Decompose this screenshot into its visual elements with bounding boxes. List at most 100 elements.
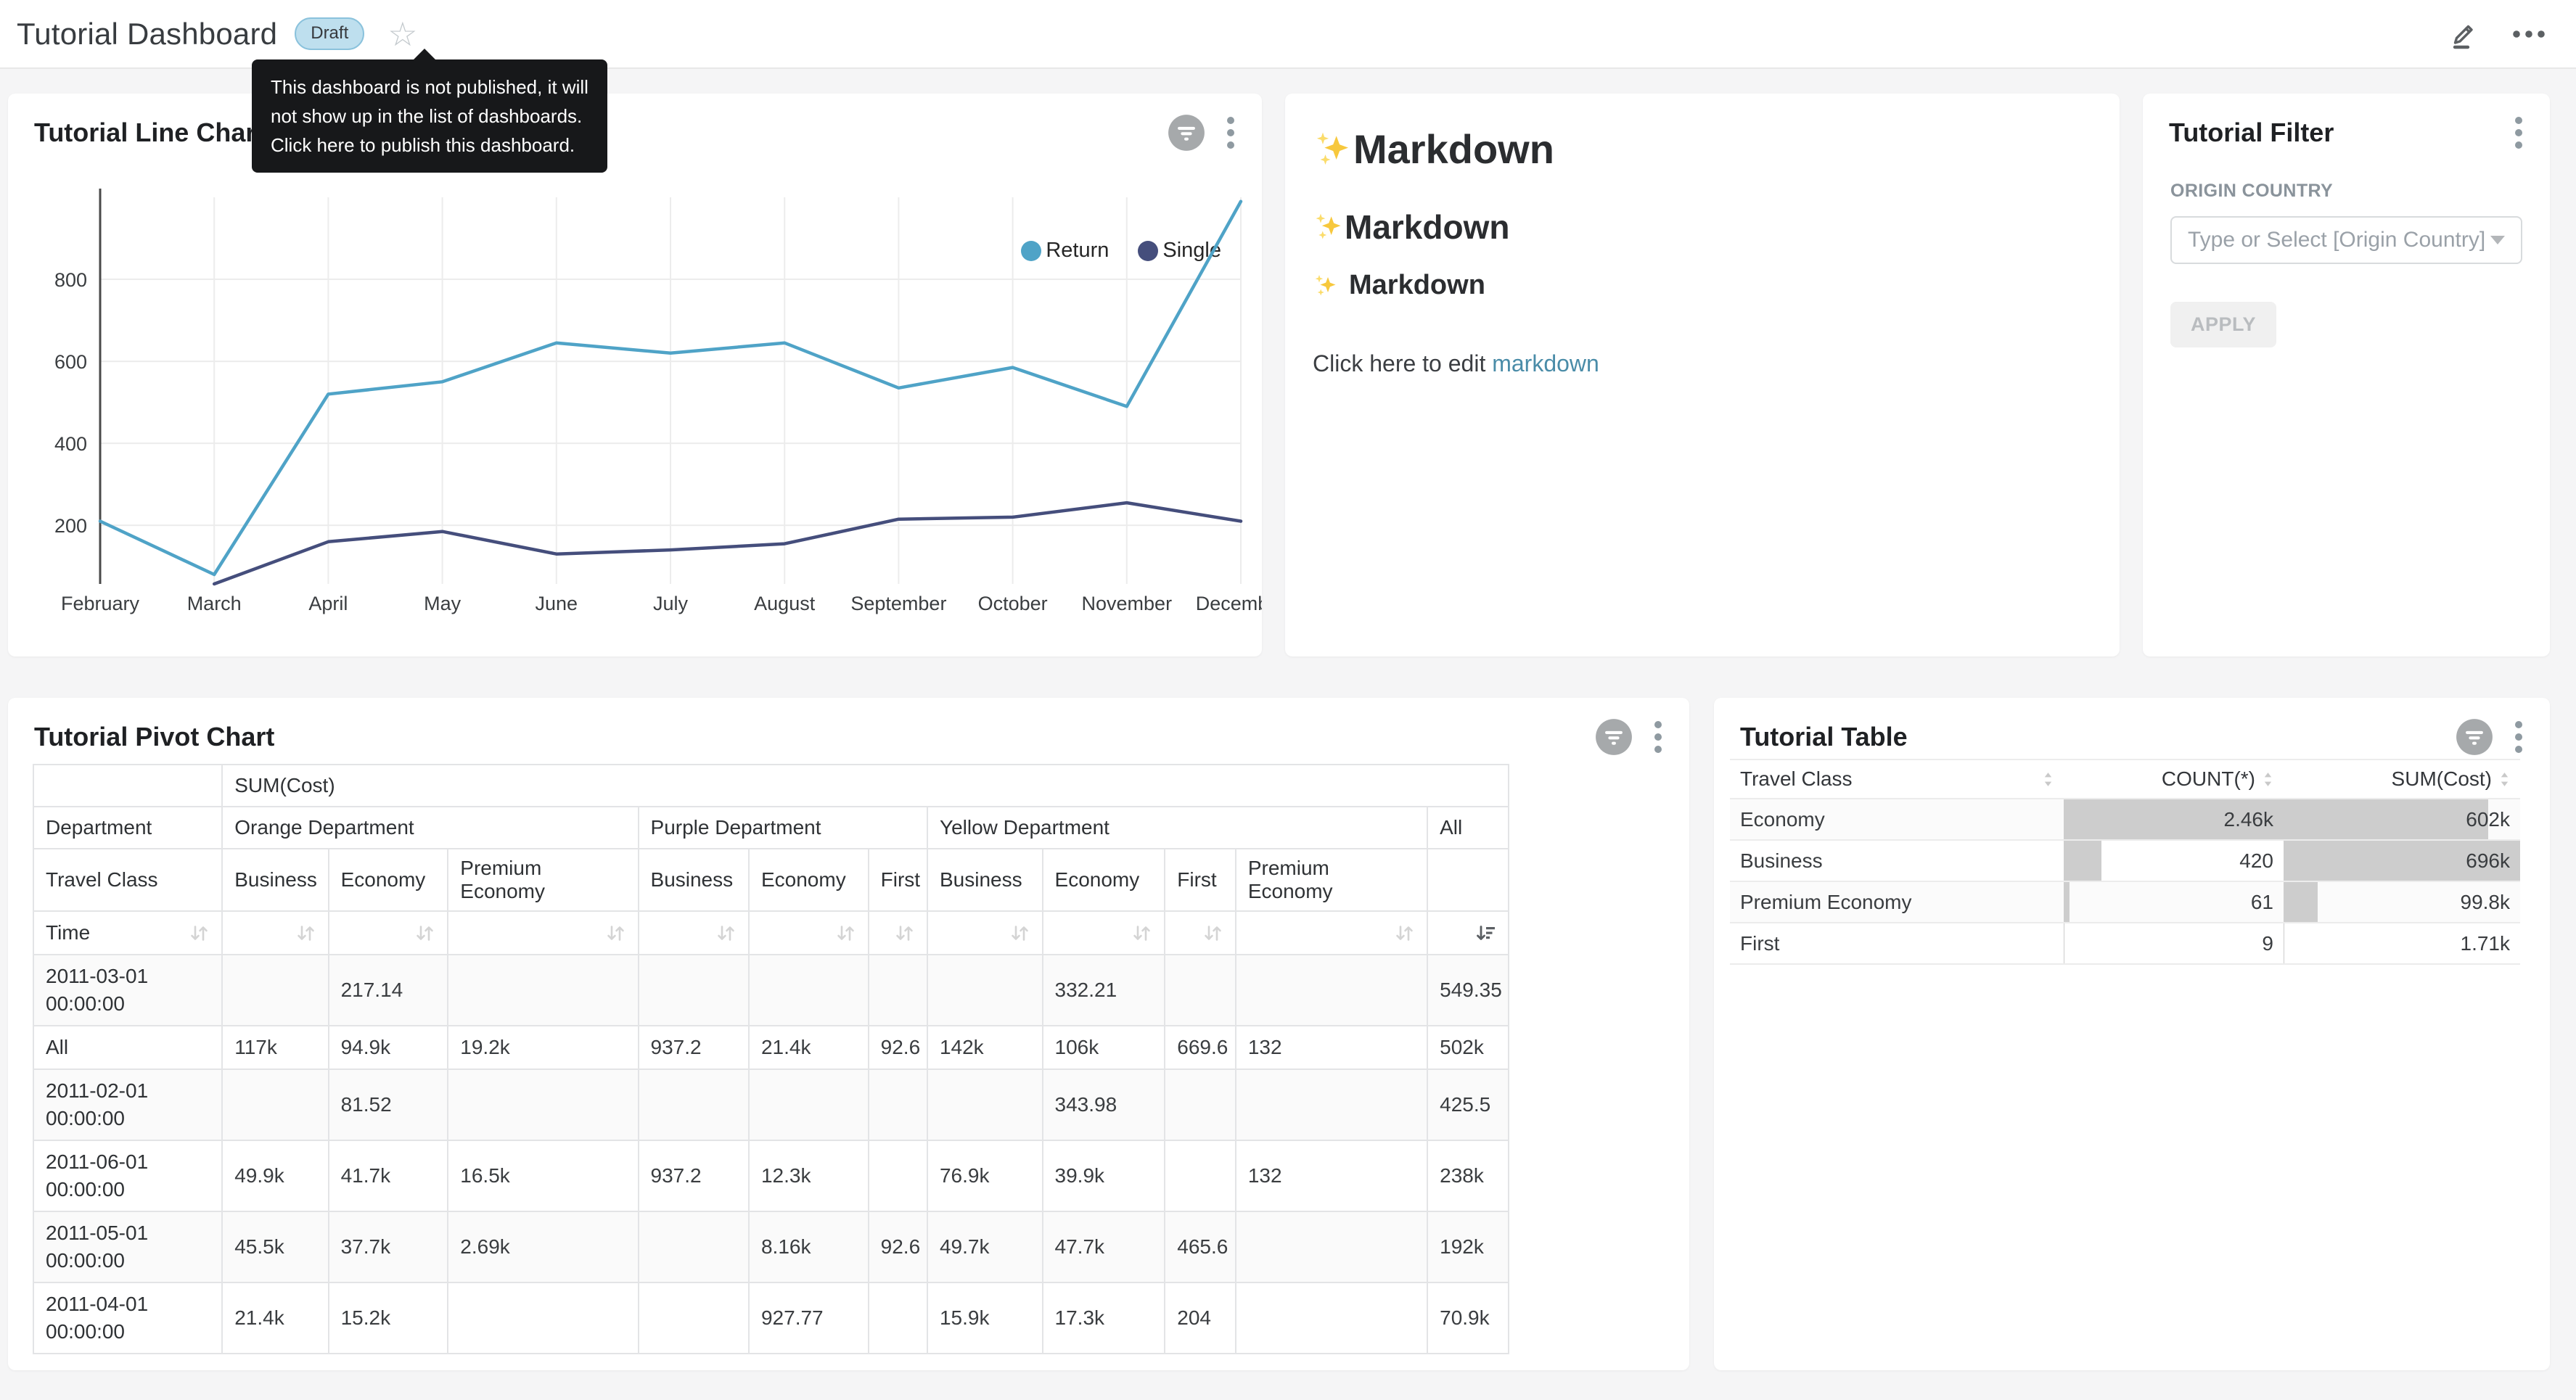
pivot-row-label: 2011-02-01 00:00:00 — [33, 1069, 222, 1140]
pivot-metric-row: SUM(Cost) — [33, 765, 1509, 807]
pivot-row: 2011-04-01 00:00:0021.4k15.2k927.7715.9k… — [33, 1282, 1509, 1354]
origin-country-label: ORIGIN COUNTRY — [2170, 181, 2522, 202]
pivot-row: 2011-03-01 00:00:00217.14332.21549.35 — [33, 955, 1509, 1026]
line-chart[interactable]: 200400600800FebruaryMarchAprilMayJuneJul… — [8, 181, 1262, 630]
sort-toggle-icon[interactable] — [414, 923, 435, 943]
more-menu-icon[interactable] — [2511, 28, 2547, 40]
applied-filters-icon[interactable] — [1595, 718, 1633, 756]
pivot-cell: 2.69k — [448, 1211, 638, 1282]
kebab-menu-icon[interactable] — [2514, 718, 2524, 756]
tooltip-line: not show up in the list of dashboards. — [271, 102, 588, 131]
pivot-cell — [639, 1069, 749, 1140]
pivot-class-header — [1427, 849, 1509, 911]
sort-toggle-icon[interactable] — [295, 923, 316, 943]
sort-carets-icon[interactable] — [2263, 771, 2273, 788]
pivot-cell: 19.2k — [448, 1026, 638, 1069]
table-row: Economy2.46k602k — [1730, 799, 2520, 840]
pivot-cell: 94.9k — [329, 1026, 448, 1069]
apply-button[interactable]: APPLY — [2170, 302, 2276, 347]
tutorial-table: Travel ClassCOUNT(*)SUM(Cost)Economy2.46… — [1730, 759, 2520, 965]
markdown-heading-2: Markdown — [1313, 207, 2092, 247]
svg-text:December: December — [1196, 593, 1262, 614]
pivot-row-label: 2011-06-01 00:00:00 — [33, 1140, 222, 1211]
pivot-row: All117k94.9k19.2k937.221.4k92.6142k106k6… — [33, 1026, 1509, 1069]
sort-toggle-icon[interactable] — [1131, 923, 1152, 943]
sort-toggle-icon[interactable] — [715, 923, 737, 943]
pivot-cell — [869, 1069, 927, 1140]
pivot-cell: 132 — [1236, 1026, 1427, 1069]
pivot-cell: 117k — [222, 1026, 328, 1069]
origin-country-select[interactable]: Type or Select [Origin Country] — [2170, 216, 2522, 264]
svg-text:August: August — [754, 593, 816, 614]
sort-toggle-icon[interactable] — [604, 923, 626, 943]
travel-class-cell: First — [1730, 923, 2064, 964]
edit-dashboard-icon[interactable] — [2444, 17, 2479, 52]
sort-toggle-icon[interactable] — [834, 923, 856, 943]
kebab-menu-icon[interactable] — [2514, 114, 2524, 152]
favorite-star-icon[interactable]: ☆ — [387, 17, 417, 51]
col-header-travel-class[interactable]: Travel Class — [1730, 759, 2064, 799]
pivot-cell — [869, 955, 927, 1026]
pivot-cell: 41.7k — [329, 1140, 448, 1211]
edit-markdown-link[interactable]: markdown — [1492, 350, 1599, 376]
sort-toggle-icon[interactable] — [893, 923, 915, 943]
pivot-sort-cell — [222, 911, 328, 955]
pivot-row-label: 2011-05-01 00:00:00 — [33, 1211, 222, 1282]
pivot-cell: 238k — [1427, 1140, 1509, 1211]
applied-filters-icon[interactable] — [2456, 718, 2493, 756]
pivot-cell: 16.5k — [448, 1140, 638, 1211]
sort-toggle-icon[interactable] — [1202, 923, 1223, 943]
sort-descending-active-icon[interactable] — [1474, 923, 1496, 943]
pivot-department-header: Orange Department — [222, 807, 638, 849]
count-cell: 2.46k — [2064, 799, 2284, 840]
pivot-class-label: Travel Class — [33, 849, 222, 911]
pivot-row-label: All — [33, 1026, 222, 1069]
sort-toggle-icon[interactable] — [1009, 923, 1030, 943]
table-row: First91.71k — [1730, 923, 2520, 964]
sort-toggle-icon[interactable] — [188, 923, 210, 943]
pivot-class-header: Business — [927, 849, 1043, 911]
pivot-cell — [869, 1282, 927, 1354]
pivot-cell: 669.6 — [1165, 1026, 1236, 1069]
sort-carets-icon[interactable] — [2043, 771, 2054, 788]
pivot-class-header: Economy — [1043, 849, 1165, 911]
pivot-sort-row: Time — [33, 911, 1509, 955]
pivot-panel-title: Tutorial Pivot Chart — [34, 722, 274, 752]
sort-carets-icon[interactable] — [2499, 771, 2510, 788]
pivot-metric-header: SUM(Cost) — [222, 765, 1509, 807]
svg-text:February: February — [61, 593, 140, 614]
pivot-cell: 425.5 — [1427, 1069, 1509, 1140]
col-header-count[interactable]: COUNT(*) — [2064, 759, 2284, 799]
pivot-department-header: All — [1427, 807, 1509, 849]
table-row: Premium Economy6199.8k — [1730, 881, 2520, 923]
count-cell: 420 — [2064, 840, 2284, 881]
tooltip-line: This dashboard is not published, it will — [271, 73, 588, 102]
applied-filters-icon[interactable] — [1168, 114, 1205, 152]
table-panel-title: Tutorial Table — [1740, 722, 1908, 752]
pivot-class-header: Business — [639, 849, 749, 911]
page-title: Tutorial Dashboard — [17, 17, 277, 52]
pivot-table: SUM(Cost)DepartmentOrange DepartmentPurp… — [33, 764, 1509, 1354]
pivot-department-header: Yellow Department — [927, 807, 1427, 849]
sort-toggle-icon[interactable] — [1393, 923, 1415, 943]
pivot-sort-cell — [749, 911, 869, 955]
pivot-chart-panel: Tutorial Pivot Chart SUM(Cost)Department… — [8, 698, 1689, 1370]
svg-text:October: October — [978, 593, 1048, 614]
pivot-sort-cell — [1427, 911, 1509, 955]
pivot-table-container: SUM(Cost)DepartmentOrange DepartmentPurp… — [33, 764, 1509, 1354]
markdown-heading-1: Markdown — [1313, 125, 2092, 173]
select-placeholder: Type or Select [Origin Country] — [2188, 228, 2485, 252]
travel-class-cell: Business — [1730, 840, 2064, 881]
svg-text:September: September — [850, 593, 946, 614]
kebab-menu-icon[interactable] — [1653, 718, 1663, 756]
col-header-sum-cost[interactable]: SUM(Cost) — [2284, 759, 2520, 799]
pivot-class-row: Travel ClassBusinessEconomyPremium Econo… — [33, 849, 1509, 911]
sparkles-icon — [1313, 129, 1353, 170]
status-badge[interactable]: Draft — [295, 17, 364, 50]
filter-panel-title: Tutorial Filter — [2169, 118, 2334, 148]
pivot-cell: 21.4k — [222, 1282, 328, 1354]
pivot-cell: 937.2 — [639, 1026, 749, 1069]
pivot-row-label: 2011-03-01 00:00:00 — [33, 955, 222, 1026]
kebab-menu-icon[interactable] — [1226, 114, 1236, 152]
pivot-cell: 927.77 — [749, 1282, 869, 1354]
